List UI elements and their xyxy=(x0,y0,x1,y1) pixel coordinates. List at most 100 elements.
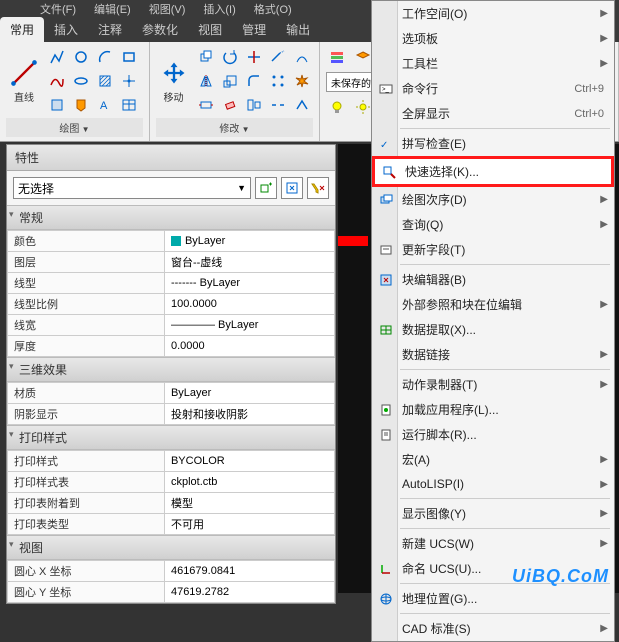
menu-item-label: 更新字段(T) xyxy=(402,241,465,258)
menu-item[interactable]: 查询(Q)▶ xyxy=(372,212,614,237)
rotate-icon[interactable] xyxy=(219,46,241,68)
menu-item[interactable]: 视图(V) xyxy=(149,1,186,17)
menu-item[interactable]: 全屏显示Ctrl+0 xyxy=(372,101,614,126)
draw-icon-grid: A xyxy=(46,46,140,116)
menu-item[interactable]: 插入(I) xyxy=(203,1,235,17)
prop-section-header[interactable]: 三维效果 xyxy=(7,357,335,382)
spell-icon: ✓ xyxy=(378,136,394,152)
menu-item[interactable]: CAD 标准(S)▶ xyxy=(372,616,614,641)
menu-item[interactable]: 宏(A)▶ xyxy=(372,447,614,472)
rect-icon[interactable] xyxy=(118,46,140,68)
extract-icon xyxy=(378,322,394,338)
line-button[interactable]: 直线 xyxy=(6,51,42,111)
trim-icon[interactable] xyxy=(243,46,265,68)
circle-icon[interactable] xyxy=(70,46,92,68)
point-icon[interactable] xyxy=(118,70,140,92)
menu-item[interactable]: 更新字段(T) xyxy=(372,237,614,262)
ribbon-tab[interactable]: 插入 xyxy=(44,17,88,42)
menu-item[interactable]: 数据链接▶ xyxy=(372,342,614,367)
prop-row[interactable]: 打印表类型不可用 xyxy=(8,514,335,535)
menu-item[interactable]: 加载应用程序(L)... xyxy=(372,397,614,422)
menu-item[interactable]: 动作录制器(T)▶ xyxy=(372,372,614,397)
prop-row[interactable]: 厚度0.0000 xyxy=(8,336,335,357)
menu-item[interactable]: 运行脚本(R)... xyxy=(372,422,614,447)
menu-item[interactable]: 数据提取(X)... xyxy=(372,317,614,342)
break-icon[interactable] xyxy=(267,94,289,116)
menu-item[interactable]: ✓拼写检查(E) xyxy=(372,131,614,156)
prop-section-header[interactable]: 打印样式 xyxy=(7,425,335,450)
prop-row[interactable]: 圆心 X 坐标461679.0841 xyxy=(8,561,335,582)
toggle-pickadd-button[interactable] xyxy=(255,177,277,199)
prop-row[interactable]: 打印样式表ckplot.ctb xyxy=(8,472,335,493)
erase-icon[interactable] xyxy=(219,94,241,116)
menu-item[interactable]: 选项板▶ xyxy=(372,26,614,51)
hatch-icon[interactable] xyxy=(94,70,116,92)
menu-item[interactable]: >_命令行Ctrl+9 xyxy=(372,76,614,101)
prop-row[interactable]: 颜色ByLayer xyxy=(8,231,335,252)
menu-item[interactable]: 工具栏▶ xyxy=(372,51,614,76)
polyline-icon[interactable] xyxy=(46,46,68,68)
ribbon-tab[interactable]: 管理 xyxy=(232,17,276,42)
ribbon-tab[interactable]: 注释 xyxy=(88,17,132,42)
menu-item[interactable]: 快速选择(K)... xyxy=(372,156,614,187)
prop-section-header[interactable]: 常规 xyxy=(7,205,335,230)
ribbon-tab[interactable]: 输出 xyxy=(276,17,320,42)
menu-item[interactable]: 显示图像(Y)▶ xyxy=(372,501,614,526)
region-icon[interactable] xyxy=(46,94,68,116)
quick-select-button[interactable] xyxy=(307,177,329,199)
menu-item-label: 显示图像(Y) xyxy=(402,505,466,522)
select-objects-button[interactable] xyxy=(281,177,303,199)
spline-icon[interactable] xyxy=(46,70,68,92)
menu-item[interactable]: AutoLISP(I)▶ xyxy=(372,472,614,496)
selection-dropdown[interactable]: 无选择▼ xyxy=(13,177,251,199)
menu-item[interactable]: 新建 UCS(W)▶ xyxy=(372,531,614,556)
offset-icon[interactable] xyxy=(291,46,313,68)
arc-icon[interactable] xyxy=(94,46,116,68)
prop-row[interactable]: 材质ByLayer xyxy=(8,383,335,404)
prop-row[interactable]: 线型比例100.0000 xyxy=(8,294,335,315)
menu-item[interactable]: 块编辑器(B) xyxy=(372,267,614,292)
copy-icon[interactable] xyxy=(195,46,217,68)
menu-item[interactable]: 绘图次序(D)▶ xyxy=(372,187,614,212)
fillet-icon[interactable] xyxy=(243,70,265,92)
explode-icon[interactable] xyxy=(291,70,313,92)
extend-icon[interactable] xyxy=(267,46,289,68)
prop-section-header[interactable]: 视图 xyxy=(7,535,335,560)
ribbon-tab[interactable]: 常用 xyxy=(0,17,44,42)
scale-icon[interactable] xyxy=(219,70,241,92)
menu-item[interactable]: 文件(F) xyxy=(40,1,76,17)
prop-row[interactable]: 圆心 Y 坐标47619.2782 xyxy=(8,582,335,603)
ribbon-tab[interactable]: 视图 xyxy=(188,17,232,42)
layer-state-icon[interactable] xyxy=(326,46,348,68)
menu-item[interactable]: 编辑(E) xyxy=(94,1,131,17)
prop-row[interactable]: 图层窗台--虚线 xyxy=(8,252,335,273)
draw-group-label[interactable]: 绘图 xyxy=(6,118,143,137)
stretch-icon[interactable] xyxy=(195,94,217,116)
menu-item[interactable]: 外部参照和块在位编辑▶ xyxy=(372,292,614,317)
prop-row[interactable]: 打印样式BYCOLOR xyxy=(8,451,335,472)
menu-item-label: 运行脚本(R)... xyxy=(402,426,477,443)
menu-item-label: 全屏显示 xyxy=(402,105,450,122)
menu-item[interactable]: 工作空间(O)▶ xyxy=(372,1,614,26)
text-icon[interactable]: A xyxy=(94,94,116,116)
prop-row[interactable]: 打印表附着到模型 xyxy=(8,493,335,514)
move-button[interactable]: 移动 xyxy=(156,51,191,111)
table-icon[interactable] xyxy=(118,94,140,116)
prop-row[interactable]: 线型------- ByLayer xyxy=(8,273,335,294)
menu-item[interactable]: 格式(O) xyxy=(254,1,292,17)
join-icon[interactable] xyxy=(291,94,313,116)
ribbon-tab[interactable]: 参数化 xyxy=(132,17,188,42)
menu-item[interactable]: 地理位置(G)... xyxy=(372,586,614,611)
modify-group-label[interactable]: 修改 xyxy=(156,118,313,137)
prop-row[interactable]: 线宽———— ByLayer xyxy=(8,315,335,336)
fill-icon[interactable] xyxy=(70,94,92,116)
bulb-icon[interactable] xyxy=(326,96,348,118)
shortcut-label: Ctrl+9 xyxy=(574,83,604,95)
mirror-icon[interactable] xyxy=(195,70,217,92)
menu-separator xyxy=(400,369,610,370)
menu-separator xyxy=(400,498,610,499)
align-icon[interactable] xyxy=(243,94,265,116)
array-icon[interactable] xyxy=(267,70,289,92)
prop-row[interactable]: 阴影显示投射和接收阴影 xyxy=(8,404,335,425)
ellipse-icon[interactable] xyxy=(70,70,92,92)
